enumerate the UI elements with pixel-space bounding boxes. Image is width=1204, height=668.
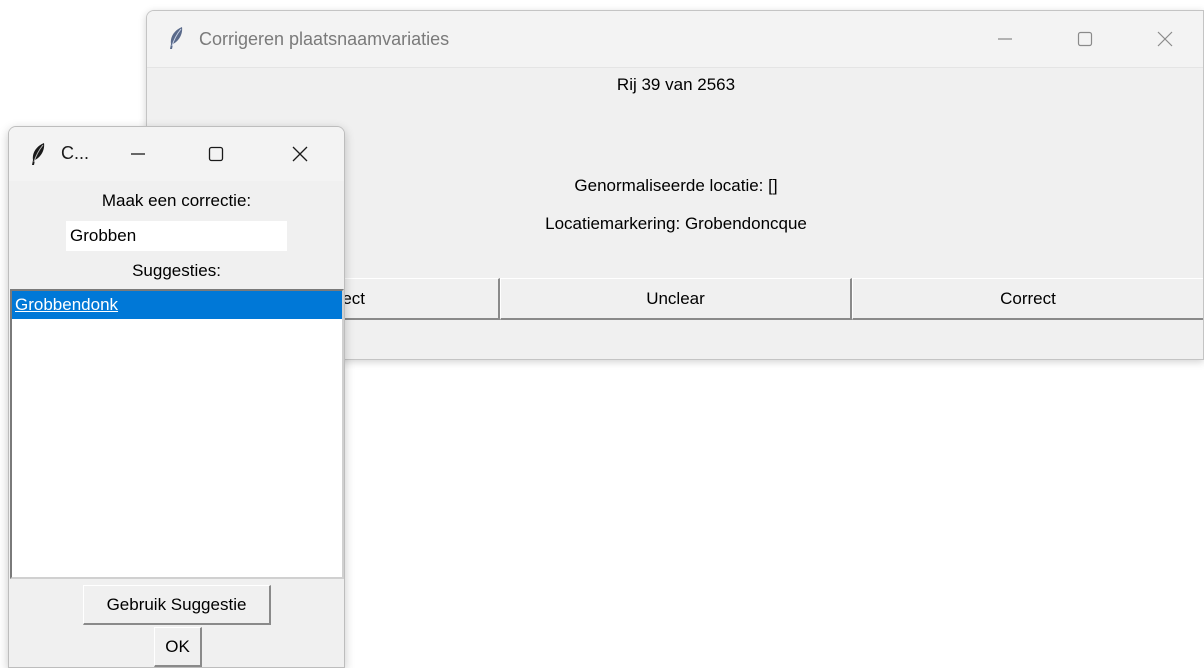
dialog-close-button[interactable]	[267, 127, 333, 181]
correction-dialog: C... Maak een correctie: Suggesties: Gro…	[8, 126, 345, 668]
dialog-maximize-button[interactable]	[183, 127, 249, 181]
dialog-titlebar[interactable]: C...	[9, 127, 344, 181]
unclear-button[interactable]: Unclear	[500, 278, 852, 320]
minimize-button[interactable]	[965, 11, 1045, 67]
main-titlebar[interactable]: Corrigeren plaatsnaamvariaties	[147, 11, 1203, 68]
window-title: Corrigeren plaatsnaamvariaties	[199, 29, 450, 49]
ok-button-label: OK	[165, 636, 190, 656]
correct-button[interactable]: Correct	[852, 278, 1203, 320]
maximize-icon	[1077, 31, 1093, 47]
close-button[interactable]	[1125, 11, 1203, 67]
use-suggestion-button[interactable]: Gebruik Suggestie	[83, 585, 271, 625]
maximize-icon	[208, 146, 224, 162]
dialog-title: C...	[61, 143, 90, 163]
correction-input[interactable]	[66, 221, 287, 251]
close-icon	[1157, 31, 1173, 47]
ok-button[interactable]: OK	[154, 627, 202, 667]
correct-button-label: Correct	[1000, 288, 1056, 308]
unclear-button-label: Unclear	[646, 288, 705, 308]
minimize-icon	[998, 38, 1012, 40]
use-suggestion-button-label: Gebruik Suggestie	[106, 594, 247, 614]
list-item[interactable]: Grobbendonk	[12, 291, 342, 319]
correction-label: Maak een correctie:	[101, 191, 252, 210]
feather-icon	[167, 26, 185, 49]
incorrect-button-label: ect	[342, 288, 365, 308]
feather-icon	[29, 142, 47, 165]
suggestions-listbox[interactable]: Grobbendonk	[10, 289, 344, 579]
dialog-minimize-button[interactable]	[105, 127, 171, 181]
minimize-icon	[131, 153, 145, 155]
close-icon	[292, 146, 308, 162]
row-counter: Rij 39 van 2563	[616, 75, 736, 94]
maximize-button[interactable]	[1045, 11, 1125, 67]
suggestions-label: Suggesties:	[132, 261, 221, 280]
